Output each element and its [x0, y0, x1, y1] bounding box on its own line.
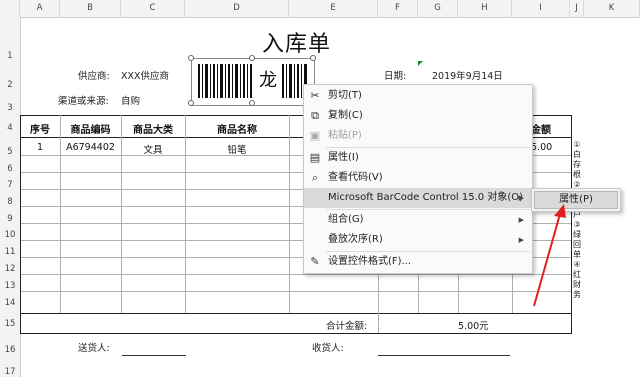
row-header[interactable]: 15	[0, 319, 20, 329]
menu-item-label: 粘贴(P)	[328, 130, 362, 141]
menu-item-label: 叠放次序(R)	[328, 234, 383, 245]
menu-item-label: 剪切(T)	[328, 90, 362, 101]
menu-item-copy[interactable]: ⧉ 复制(C)	[304, 106, 532, 126]
header-category: 商品大类	[133, 125, 173, 136]
grid-line	[289, 115, 290, 313]
date-label: 日期:	[384, 71, 407, 82]
row-header[interactable]: 10	[0, 230, 20, 240]
barcode-char: 龙	[256, 68, 280, 94]
row-header[interactable]: 1	[0, 51, 20, 61]
row-header[interactable]: 3	[0, 103, 20, 113]
menu-item-label: 组合(G)	[328, 214, 364, 225]
row-header[interactable]: 5	[0, 147, 20, 157]
resize-handle[interactable]	[188, 55, 194, 61]
menu-item-label: Microsoft BarCode Control 15.0 对象(O)	[328, 192, 524, 203]
select-all-corner[interactable]	[0, 0, 20, 17]
row-header[interactable]: 12	[0, 264, 20, 274]
channel-value[interactable]: 自购	[121, 93, 140, 107]
cell-amount[interactable]: 5.00	[531, 142, 571, 153]
sender-label: 送货人:	[78, 343, 110, 354]
column-header-bar: A B C D E F G H I J K	[0, 0, 640, 18]
header-no: 序号	[30, 125, 50, 136]
column-header-h[interactable]: H	[458, 0, 512, 17]
menu-item-properties[interactable]: ▤ 属性(I)	[304, 148, 532, 168]
row-header[interactable]: 13	[0, 281, 20, 291]
column-header-f[interactable]: F	[378, 0, 418, 17]
sender-signature-line	[122, 355, 186, 356]
paste-icon: ▣	[309, 129, 321, 142]
grid-line	[20, 274, 572, 275]
form-title: 入库单	[262, 32, 332, 57]
side-note-char: 存	[573, 160, 581, 169]
copy-icon: ⧉	[311, 109, 319, 122]
row-header[interactable]: 17	[0, 367, 20, 377]
side-note-char: 根	[573, 170, 581, 179]
table-border	[20, 313, 572, 314]
row-header[interactable]: 6	[0, 164, 20, 174]
menu-item-view-code[interactable]: ⌕ 查看代码(V)	[304, 168, 532, 188]
receiver-signature-line	[378, 355, 510, 356]
cell-category[interactable]: 文具	[121, 142, 185, 156]
side-note-char: 白	[573, 150, 581, 159]
view-code-icon: ⌕	[311, 171, 319, 184]
format-control-icon: ✎	[310, 255, 320, 268]
total-label: 合计金额:	[326, 321, 368, 332]
row-header[interactable]: 11	[0, 247, 20, 257]
comment-marker-icon	[418, 61, 423, 66]
row-header[interactable]: 4	[0, 123, 20, 133]
row-header[interactable]: 9	[0, 214, 20, 224]
properties-icon: ▤	[309, 151, 321, 164]
cell-code[interactable]: A6794402	[60, 142, 121, 153]
resize-handle[interactable]	[249, 100, 255, 106]
menu-item-order[interactable]: 叠放次序(R) ▶	[304, 230, 532, 250]
barcode-control[interactable]: 龙	[196, 60, 310, 102]
date-value[interactable]: 2019年9月14日	[432, 68, 503, 82]
grid-line	[20, 291, 572, 292]
menu-item-label: 设置控件格式(F)...	[328, 256, 412, 267]
menu-item-paste[interactable]: ▣ 粘贴(P)	[304, 126, 532, 146]
channel-label: 渠道或来源:	[58, 96, 109, 107]
column-header-b[interactable]: B	[60, 0, 121, 17]
column-header-k[interactable]: K	[584, 0, 640, 17]
supplier-value[interactable]: XXX供应商	[121, 68, 169, 82]
menu-item-cut[interactable]: ✂ 剪切(T)	[304, 86, 532, 106]
header-amount: 金额	[531, 125, 551, 136]
resize-handle[interactable]	[249, 55, 255, 61]
column-header-a[interactable]: A	[20, 0, 60, 17]
annotation-arrow-icon	[533, 204, 566, 307]
scissors-icon: ✂	[310, 89, 320, 102]
column-header-d[interactable]: D	[185, 0, 289, 17]
menu-item-label: 复制(C)	[328, 110, 363, 121]
cell-no[interactable]: 1	[20, 142, 60, 153]
row-header[interactable]: 16	[0, 345, 20, 355]
column-header-j[interactable]: J	[570, 0, 584, 17]
menu-item-group[interactable]: 组合(G) ▶	[304, 210, 532, 230]
row-header[interactable]: 7	[0, 180, 20, 190]
row-header-bar: 1 2 3 4 5 6 7 8 9 10 11 12 13 14 15 16 1…	[0, 17, 21, 377]
side-note-char: ①	[573, 140, 581, 149]
column-header-c[interactable]: C	[121, 0, 185, 17]
menu-item-label: 属性(I)	[328, 152, 359, 163]
column-header-i[interactable]: I	[512, 0, 570, 17]
barcode-bars	[198, 64, 307, 98]
header-code: 商品编码	[70, 125, 111, 136]
supplier-label: 供应商:	[78, 71, 110, 82]
resize-handle[interactable]	[310, 55, 316, 61]
row-header[interactable]: 2	[0, 80, 20, 90]
column-header-g[interactable]: G	[418, 0, 458, 17]
cell-name[interactable]: 铅笔	[185, 142, 289, 156]
resize-handle[interactable]	[188, 100, 194, 106]
menu-item-label: 查看代码(V)	[328, 172, 383, 183]
header-name: 商品名称	[217, 125, 257, 136]
column-header-e[interactable]: E	[289, 0, 378, 17]
receiver-label: 收货人:	[312, 343, 344, 354]
table-border	[20, 333, 572, 334]
total-value[interactable]: 5.00元	[458, 318, 489, 332]
context-menu: ✂ 剪切(T) ⧉ 复制(C) ▣ 粘贴(P) ▤ 属性(I) ⌕ 查看代码(V…	[303, 84, 533, 274]
menu-item-barcode-object[interactable]: Microsoft BarCode Control 15.0 对象(O) ▶	[304, 188, 532, 208]
menu-item-format-control[interactable]: ✎ 设置控件格式(F)...	[304, 252, 532, 272]
row-header[interactable]: 8	[0, 197, 20, 207]
row-header[interactable]: 14	[0, 298, 20, 308]
